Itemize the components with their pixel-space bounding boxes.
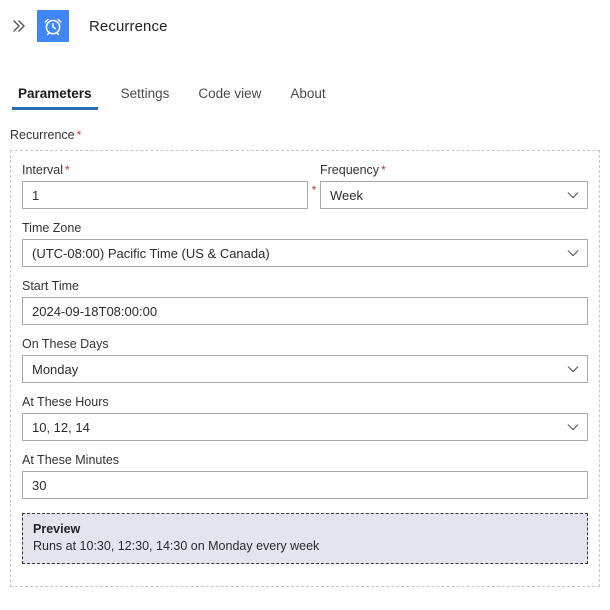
tab-parameters-label: Parameters: [18, 86, 92, 101]
start-time-input[interactable]: 2024-09-18T08:00:00: [22, 297, 588, 325]
at-these-hours-chevron[interactable]: [559, 420, 587, 434]
interval-label: Interval *: [22, 163, 308, 177]
interval-field: Interval * 1: [22, 163, 308, 209]
frequency-label: Frequency *: [320, 163, 588, 177]
alarm-clock-icon: [44, 18, 62, 36]
at-these-minutes-input[interactable]: 30: [22, 471, 588, 499]
start-time-field: Start Time 2024-09-18T08:00:00: [22, 279, 588, 325]
tab-about[interactable]: About: [282, 86, 333, 110]
chevron-down-icon: [567, 250, 579, 257]
preview-box: Preview Runs at 10:30, 12:30, 14:30 on M…: [22, 513, 588, 564]
interval-trailing-required: *: [308, 181, 320, 209]
tab-settings[interactable]: Settings: [113, 86, 178, 110]
frequency-field: Frequency * Week: [320, 163, 588, 209]
frequency-chevron[interactable]: [559, 188, 587, 202]
on-these-days-field: On These Days Monday: [22, 337, 588, 383]
start-time-value: 2024-09-18T08:00:00: [32, 303, 158, 319]
interval-input[interactable]: 1: [22, 181, 308, 209]
at-these-minutes-label: At These Minutes: [22, 453, 120, 467]
recurrence-required-marker: *: [76, 128, 82, 142]
chevron-down-icon: [567, 366, 579, 373]
interval-required-marker: *: [65, 163, 70, 177]
frequency-value: Week: [330, 187, 363, 203]
on-these-days-label: On These Days: [22, 337, 109, 351]
interval-value: 1: [32, 187, 40, 203]
tab-code-view[interactable]: Code view: [190, 86, 269, 110]
time-zone-field: Time Zone (UTC-08:00) Pacific Time (US &…: [22, 221, 588, 267]
interval-label-text: Interval: [22, 163, 63, 177]
at-these-hours-dropdown[interactable]: 10, 12, 14: [22, 413, 588, 441]
frequency-required-marker: *: [381, 163, 386, 177]
interval-frequency-row: Interval * 1 * Frequency * Week: [22, 163, 588, 209]
at-these-hours-field: At These Hours 10, 12, 14: [22, 395, 588, 441]
on-these-days-value: Monday: [32, 361, 79, 377]
interval-trailing-required-marker: *: [311, 183, 317, 197]
tab-about-label: About: [290, 86, 326, 101]
tab-parameters[interactable]: Parameters: [10, 86, 100, 110]
time-zone-value: (UTC-08:00) Pacific Time (US & Canada): [32, 245, 270, 261]
tab-settings-label: Settings: [120, 86, 170, 101]
time-zone-label: Time Zone: [22, 221, 82, 235]
recurrence-app-icon[interactable]: [37, 10, 69, 42]
at-these-minutes-value: 30: [32, 477, 47, 493]
action-header: Recurrence: [0, 0, 610, 52]
at-these-hours-label: At These Hours: [22, 395, 109, 409]
on-these-days-chevron[interactable]: [559, 362, 587, 376]
frequency-label-text: Frequency: [320, 163, 380, 177]
recurrence-section-label: Recurrence *: [0, 128, 610, 142]
at-these-minutes-field: At These Minutes 30: [22, 453, 588, 499]
chevron-down-icon: [567, 424, 579, 431]
time-zone-chevron[interactable]: [559, 246, 587, 260]
page-title: Recurrence: [89, 17, 168, 35]
at-these-hours-value: 10, 12, 14: [32, 419, 90, 435]
tab-code-view-label: Code view: [198, 86, 262, 101]
expand-panel-button[interactable]: [6, 13, 32, 39]
preview-text: Runs at 10:30, 12:30, 14:30 on Monday ev…: [33, 539, 320, 553]
chevron-down-icon: [567, 192, 579, 199]
recurrence-parameters-panel: Interval * 1 * Frequency * Week Time Zon…: [10, 150, 600, 587]
preview-title: Preview: [33, 522, 81, 536]
tab-bar: Parameters Settings Code view About: [0, 74, 610, 110]
double-chevron-right-icon: [13, 20, 25, 32]
start-time-label: Start Time: [22, 279, 79, 293]
on-these-days-dropdown[interactable]: Monday: [22, 355, 588, 383]
recurrence-section-label-text: Recurrence: [10, 128, 75, 142]
frequency-dropdown[interactable]: Week: [320, 181, 588, 209]
time-zone-dropdown[interactable]: (UTC-08:00) Pacific Time (US & Canada): [22, 239, 588, 267]
